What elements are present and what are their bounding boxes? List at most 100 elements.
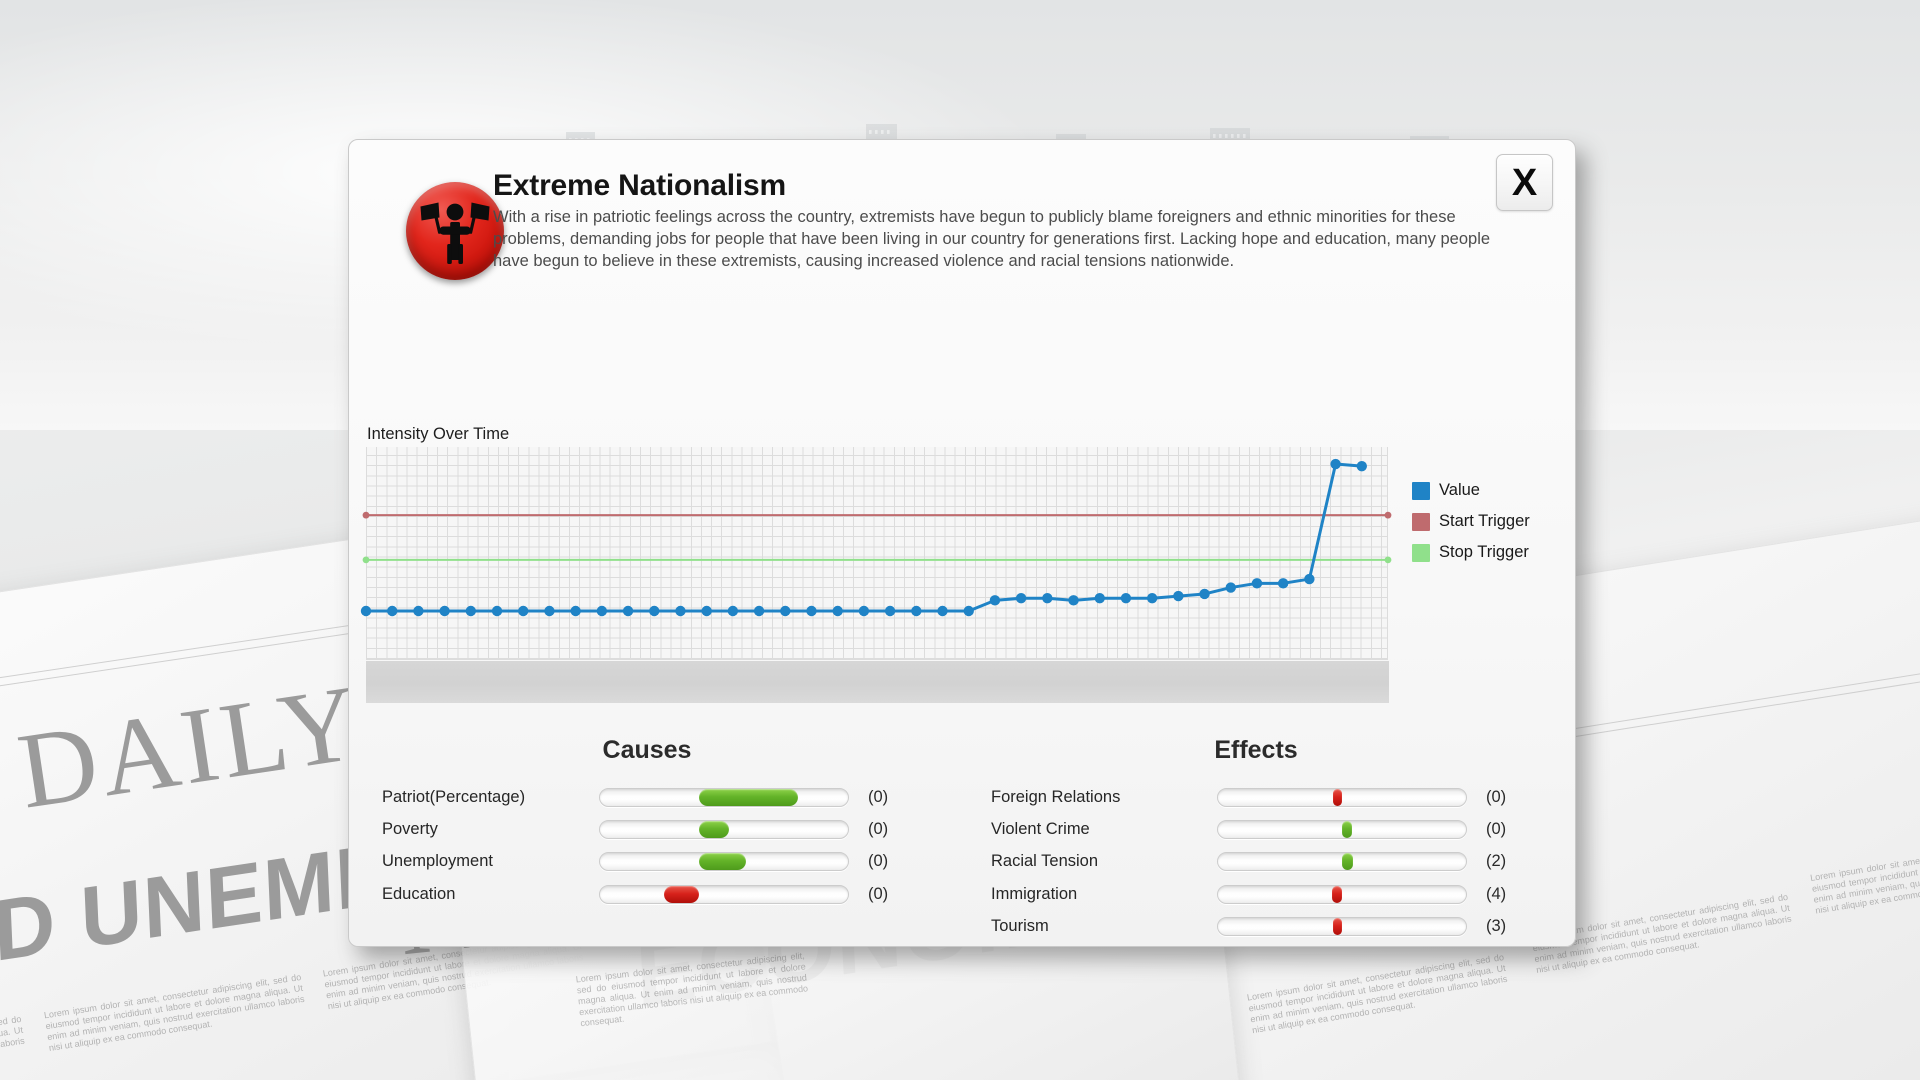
stat-label: Foreign Relations [991, 787, 1121, 806]
building-window [1213, 134, 1216, 138]
legend-label-stop-trigger: Stop Trigger [1439, 543, 1529, 561]
value-data-point [360, 605, 372, 617]
value-data-point [1251, 578, 1263, 589]
value-data-point [1277, 578, 1289, 589]
value-data-point [858, 605, 870, 617]
page-title: Extreme Nationalism [493, 169, 786, 202]
value-data-point [465, 605, 477, 617]
chart-footer-band [366, 661, 1389, 703]
value-data-point [1173, 590, 1184, 602]
building-window [1243, 134, 1246, 138]
close-button[interactable]: X [1496, 154, 1553, 211]
causes-panel: Causes Patriot(Percentage) (0) Poverty (0) U… [367, 736, 927, 911]
stat-row: Patriot(Percentage) (0) [367, 781, 927, 813]
value-data-point [780, 605, 791, 617]
stat-row: Immigration (4) [976, 878, 1536, 910]
value-data-point [1225, 582, 1236, 593]
stat-slider[interactable] [1217, 852, 1467, 872]
value-data-point [1304, 573, 1315, 585]
value-data-point [963, 605, 974, 617]
stat-value: (4) [1486, 884, 1507, 903]
building-window [1219, 134, 1222, 138]
value-data-point [439, 605, 450, 617]
event-description: With a rise in patriotic feelings across… [493, 208, 1491, 271]
stat-slider-fill [699, 788, 799, 806]
value-data-point [387, 605, 398, 617]
stat-slider-fill [699, 853, 747, 871]
stat-slider-fill [1333, 918, 1342, 936]
stat-slider[interactable] [599, 852, 849, 872]
value-data-point [491, 605, 503, 617]
stat-value: (0) [1486, 820, 1507, 839]
value-data-point [1146, 593, 1158, 604]
value-data-point [753, 605, 765, 617]
building-window [887, 130, 890, 134]
value-data-point [544, 605, 555, 617]
legend-swatch-stop-trigger [1412, 543, 1430, 562]
value-data-point [832, 605, 843, 617]
stat-slider[interactable] [599, 884, 849, 904]
value-data-point [1120, 593, 1132, 604]
stat-value: (3) [1486, 917, 1507, 936]
stat-slider-fill [1332, 885, 1342, 903]
value-data-point [884, 605, 896, 617]
causes-title: Causes [602, 736, 692, 764]
value-data-point [622, 605, 634, 617]
trigger-endpoint-marker [1384, 511, 1392, 519]
effects-rows: Foreign Relations (0) Violent Crime (0) Raci… [976, 781, 1536, 943]
stat-slider[interactable] [1217, 884, 1467, 904]
value-data-point [806, 605, 817, 617]
value-data-point [1042, 593, 1053, 604]
trigger-endpoint-marker [1384, 556, 1392, 564]
stat-label: Unemployment [382, 852, 493, 871]
stat-label: Poverty [382, 820, 438, 839]
stat-slider[interactable] [599, 787, 849, 807]
stat-value: (0) [868, 787, 889, 806]
stat-label: Immigration [991, 884, 1078, 903]
value-data-point [570, 605, 581, 617]
causes-rows: Patriot(Percentage) (0) Poverty (0) Unemploy… [367, 781, 927, 911]
stat-row: Poverty (0) [367, 813, 927, 845]
value-data-point [937, 605, 948, 617]
value-series-line [364, 462, 1364, 613]
newspaper-body-left-2: Lorem ipsum dolor sit amet, consectetur … [43, 971, 306, 1053]
stat-row: Education (0) [367, 878, 927, 910]
trigger-endpoint-marker [362, 511, 370, 519]
intensity-chart: Value Start Trigger Stop Trigger [360, 447, 1558, 717]
headline-daily: DAILY [11, 662, 370, 832]
legend-label-value: Value [1439, 481, 1480, 499]
stat-slider[interactable] [1217, 820, 1467, 840]
building-window [1237, 134, 1240, 138]
value-data-point [1015, 593, 1027, 604]
building-window [881, 130, 884, 134]
effects-panel: Effects Foreign Relations (0) Violent Crim… [976, 736, 1536, 943]
legend-label-start-trigger: Start Trigger [1439, 512, 1530, 530]
stat-slider-fill [1342, 853, 1354, 871]
chart-plot-area [360, 447, 1392, 660]
stat-slider-fill [664, 885, 700, 903]
newspaper-body-left: Lorem ipsum dolor sit amet, consectetur … [0, 1013, 26, 1080]
stat-label: Racial Tension [991, 852, 1099, 871]
stat-value: (2) [1486, 852, 1507, 871]
value-data-point [701, 605, 712, 617]
stat-row: Tourism (3) [976, 911, 1536, 943]
stat-slider[interactable] [1217, 917, 1467, 937]
value-data-point [518, 605, 529, 617]
stat-slider[interactable] [599, 820, 849, 840]
stat-label: Violent Crime [991, 820, 1090, 839]
protester-flags-icon [406, 182, 504, 280]
stat-slider[interactable] [1217, 787, 1467, 807]
value-data-point [989, 595, 1001, 606]
building-window [869, 130, 872, 134]
chart-title: Intensity Over Time [367, 425, 510, 443]
stat-row: Foreign Relations (0) [976, 781, 1536, 813]
value-data-point [596, 605, 608, 617]
legend-item-value: Value [1412, 475, 1530, 506]
value-data-point [911, 605, 922, 617]
stat-row: Racial Tension (2) [976, 846, 1536, 878]
stat-value: (0) [1486, 787, 1507, 806]
stat-label: Patriot(Percentage) [382, 787, 526, 806]
stat-value: (0) [868, 820, 889, 839]
value-data-point [1094, 593, 1105, 604]
effects-title: Effects [1214, 736, 1298, 764]
